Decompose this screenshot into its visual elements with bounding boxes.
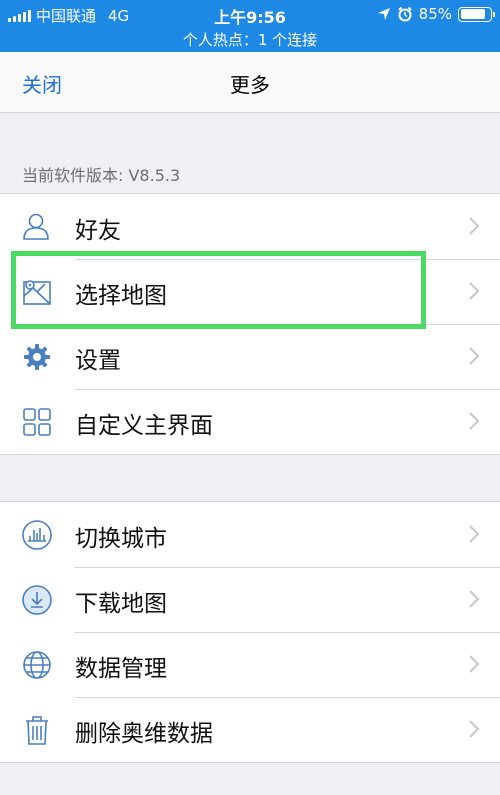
page-title: 更多: [230, 73, 270, 97]
location-arrow-icon: [377, 8, 390, 20]
city-icon: [22, 520, 52, 550]
menu-item-label: 选择地图: [75, 283, 167, 309]
menu-item-download-map[interactable]: 下载地图: [0, 567, 500, 632]
menu-item-friends[interactable]: 好友: [0, 194, 500, 259]
gear-icon: [24, 344, 50, 370]
menu-item-delete-data[interactable]: 删除奥维数据: [0, 697, 500, 762]
close-button[interactable]: 关闭: [22, 69, 62, 98]
grid-icon: [23, 408, 51, 436]
menu-item-settings[interactable]: 设置: [0, 324, 500, 389]
chevron-right-icon: [469, 655, 480, 673]
status-right: 85%: [377, 5, 495, 23]
map-icon: [23, 280, 51, 305]
chevron-right-icon: [469, 590, 480, 608]
menu-item-select-map[interactable]: 选择地图: [0, 259, 500, 324]
menu-group-primary: 好友 选择地图 设置 自定义主界面: [0, 193, 500, 455]
menu-item-label: 自定义主界面: [75, 413, 213, 439]
menu-group-data: 切换城市 下载地图 数据管理 删除奥维数据: [0, 501, 500, 763]
globe-icon: [23, 651, 51, 679]
menu-item-switch-city[interactable]: 切换城市: [0, 502, 500, 567]
menu-item-label: 数据管理: [75, 656, 167, 682]
menu-item-data-management[interactable]: 数据管理: [0, 632, 500, 697]
menu-item-label: 下载地图: [75, 591, 167, 617]
chevron-right-icon: [469, 217, 480, 235]
battery-percent: 85%: [418, 5, 452, 23]
nav-bar: 关闭 更多: [0, 52, 500, 113]
menu-item-label: 设置: [75, 348, 121, 374]
status-bar: 中国联通 4G 上午9:56 85% 个人热点：1 个连接: [0, 0, 500, 52]
trash-icon: [26, 716, 48, 745]
download-icon: [22, 585, 52, 615]
battery-icon: [458, 6, 495, 22]
menu-item-label: 切换城市: [75, 526, 167, 552]
chevron-right-icon: [469, 720, 480, 738]
version-label: 当前软件版本: V8.5.3: [22, 166, 181, 185]
menu-item-label: 删除奥维数据: [75, 721, 213, 747]
chevron-right-icon: [469, 412, 480, 430]
hotspot-banner[interactable]: 个人热点：1 个连接: [0, 29, 500, 50]
chevron-right-icon: [469, 525, 480, 543]
chevron-right-icon: [469, 347, 480, 365]
menu-item-customize-home[interactable]: 自定义主界面: [0, 389, 500, 454]
menu-item-label: 好友: [75, 218, 121, 244]
chevron-right-icon: [469, 282, 480, 300]
user-icon: [23, 213, 49, 240]
alarm-icon: [397, 6, 412, 22]
